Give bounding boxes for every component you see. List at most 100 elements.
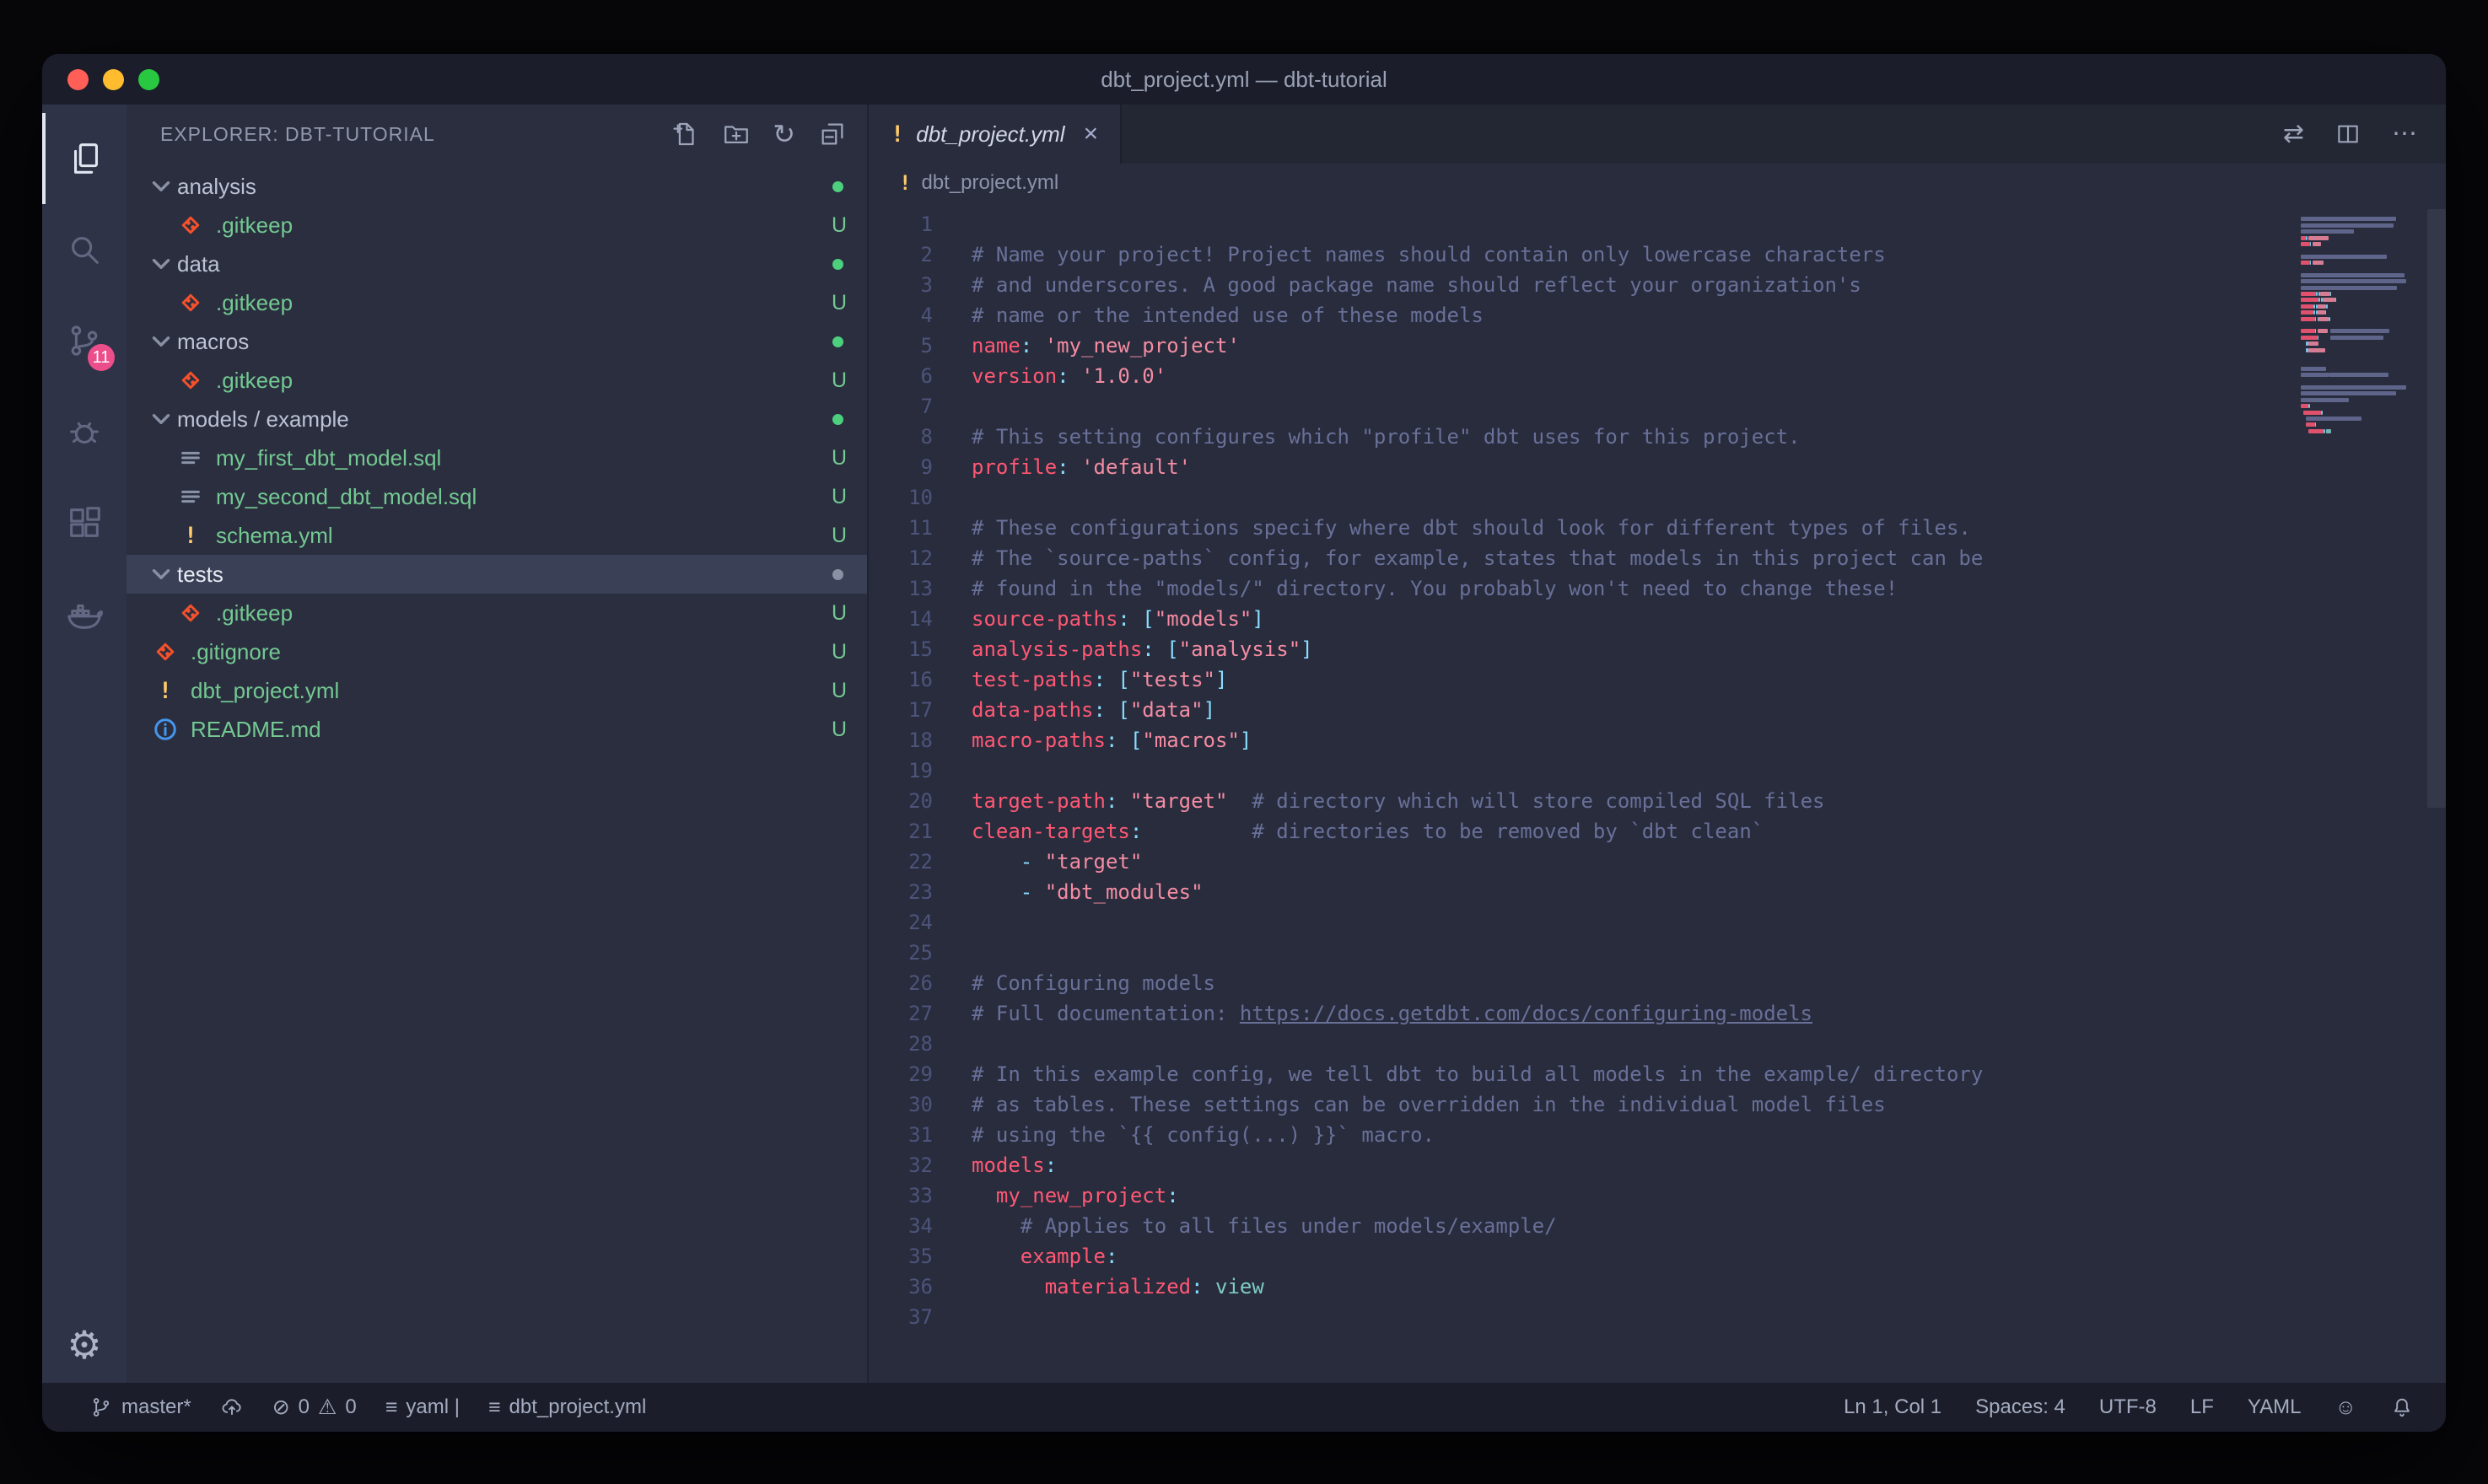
code-line: 36 materialized: view xyxy=(869,1272,2446,1302)
line-number: 16 xyxy=(869,668,940,691)
more-actions-icon[interactable]: ⋯ xyxy=(2392,121,2417,147)
error-icon: ⊘ xyxy=(272,1397,290,1418)
problems-indicator[interactable]: ⊘ 0 ⚠ 0 xyxy=(272,1395,357,1419)
encoding-setting[interactable]: UTF-8 xyxy=(2099,1395,2157,1419)
tree-folder-tests[interactable]: tests xyxy=(127,555,867,594)
code-line: 4# name or the intended use of these mod… xyxy=(869,300,2446,331)
tree-file-schema-yml[interactable]: !schema.ymlU xyxy=(127,516,867,555)
code-line: 10 xyxy=(869,482,2446,513)
chevron-down-icon xyxy=(147,405,175,433)
tree-file-readme-md[interactable]: README.mdU xyxy=(127,710,867,749)
active-file-status-item[interactable]: ≡ dbt_project.yml xyxy=(488,1395,646,1419)
new-folder-button[interactable] xyxy=(722,120,751,148)
feedback-smiley-icon[interactable]: ☺ xyxy=(2335,1397,2356,1418)
zoom-window-button[interactable] xyxy=(138,69,159,90)
line-number: 11 xyxy=(869,516,940,540)
tree-item-label: models / example xyxy=(177,406,349,433)
tree-file--gitkeep[interactable]: .gitkeepU xyxy=(127,594,867,632)
tree-file--gitignore[interactable]: .gitignoreU xyxy=(127,632,867,671)
collapse-all-button[interactable] xyxy=(818,120,847,148)
title-bar[interactable]: dbt_project.yml — dbt-tutorial xyxy=(42,54,2446,105)
warning-icon: ⚠ xyxy=(318,1397,337,1418)
tree-file-my-first-dbt-model-sql[interactable]: my_first_dbt_model.sqlU xyxy=(127,438,867,477)
files-icon xyxy=(67,139,105,178)
tree-item-label: .gitignore xyxy=(191,639,281,665)
split-editor-icon[interactable] xyxy=(2335,121,2361,148)
activity-search-button[interactable] xyxy=(42,204,127,295)
sql-file-icon xyxy=(177,444,204,471)
line-number: 30 xyxy=(869,1093,940,1116)
code-line: 37 xyxy=(869,1302,2446,1332)
cloud-upload-icon xyxy=(220,1395,244,1419)
tree-item-label: analysis xyxy=(177,174,256,200)
yml-file-icon: ! xyxy=(177,522,204,549)
tree-file--gitkeep[interactable]: .gitkeepU xyxy=(127,206,867,245)
git-status-badge: U xyxy=(832,485,847,509)
git-status-dot xyxy=(832,259,843,270)
activity-docker-button[interactable] xyxy=(42,568,127,659)
git-status-badge: U xyxy=(832,291,847,315)
settings-button[interactable]: ⚙ xyxy=(42,1307,127,1383)
git-status-badge: U xyxy=(832,213,847,238)
breadcrumb[interactable]: ! dbt_project.yml xyxy=(869,164,2446,202)
minimap[interactable] xyxy=(2301,211,2417,441)
tree-folder-analysis[interactable]: analysis xyxy=(127,167,867,206)
activity-extensions-button[interactable] xyxy=(42,477,127,568)
new-file-button[interactable] xyxy=(671,120,700,148)
bell-icon xyxy=(2390,1395,2414,1419)
language-mode[interactable]: YAML xyxy=(2248,1395,2302,1419)
indentation-setting[interactable]: Spaces: 4 xyxy=(1975,1395,2065,1419)
publish-button[interactable] xyxy=(220,1395,244,1419)
code-line: 15analysis-paths: ["analysis"] xyxy=(869,634,2446,664)
code-line: 16test-paths: ["tests"] xyxy=(869,664,2446,695)
tree-file-my-second-dbt-model-sql[interactable]: my_second_dbt_model.sqlU xyxy=(127,477,867,516)
line-number: 5 xyxy=(869,334,940,358)
explorer-title: EXPLORER: DBT-TUTORIAL xyxy=(160,123,435,146)
git-file-icon xyxy=(177,367,204,394)
git-status-dot xyxy=(832,336,843,347)
search-icon xyxy=(65,230,104,269)
chevron-down-icon xyxy=(147,250,175,278)
tree-folder-macros[interactable]: macros xyxy=(127,322,867,361)
notifications-bell-icon[interactable] xyxy=(2390,1395,2414,1419)
minimize-window-button[interactable] xyxy=(103,69,124,90)
code-line: 31# using the `{{ config(...) }}` macro. xyxy=(869,1120,2446,1150)
language-status-item[interactable]: ≡ yaml | xyxy=(385,1395,460,1419)
debug-icon xyxy=(65,412,104,451)
activity-debug-button[interactable] xyxy=(42,386,127,477)
code-editor[interactable]: 12# Name your project! Project names sho… xyxy=(869,202,2446,1383)
code-line: 1 xyxy=(869,209,2446,239)
activity-source-control-button[interactable]: 11 xyxy=(42,295,127,386)
activity-explorer-button[interactable] xyxy=(42,113,127,204)
close-window-button[interactable] xyxy=(67,69,89,90)
code-line: 21clean-targets: # directories to be rem… xyxy=(869,816,2446,847)
close-tab-icon[interactable]: × xyxy=(1084,120,1099,148)
open-changes-icon[interactable]: ⇄ xyxy=(2283,121,2304,147)
cursor-position[interactable]: Ln 1, Col 1 xyxy=(1844,1395,1941,1419)
git-branch-indicator[interactable]: master* xyxy=(89,1395,191,1419)
refresh-button[interactable]: ↻ xyxy=(773,121,796,148)
tree-file-dbt-project-yml[interactable]: !dbt_project.ymlU xyxy=(127,671,867,710)
code-line: 18macro-paths: ["macros"] xyxy=(869,725,2446,755)
code-line: 29# In this example config, we tell dbt … xyxy=(869,1059,2446,1089)
tree-file--gitkeep[interactable]: .gitkeepU xyxy=(127,283,867,322)
tree-folder-models-example[interactable]: models / example xyxy=(127,400,867,438)
tab-dbt-project-yml[interactable]: ! dbt_project.yml × xyxy=(869,105,1122,164)
editor-scrollbar[interactable] xyxy=(2427,209,2446,808)
line-number: 15 xyxy=(869,637,940,661)
line-number: 26 xyxy=(869,971,940,995)
gear-icon: ⚙ xyxy=(67,1325,101,1364)
eol-setting[interactable]: LF xyxy=(2190,1395,2214,1419)
line-number: 37 xyxy=(869,1305,940,1329)
git-status-dot xyxy=(832,181,843,192)
tree-folder-data[interactable]: data xyxy=(127,245,867,283)
tree-file--gitkeep[interactable]: .gitkeepU xyxy=(127,361,867,400)
line-number: 10 xyxy=(869,486,940,509)
line-number: 20 xyxy=(869,789,940,813)
line-number: 3 xyxy=(869,273,940,297)
code-line: 34 # Applies to all files under models/e… xyxy=(869,1211,2446,1241)
tab-label: dbt_project.yml xyxy=(916,121,1064,148)
line-number: 24 xyxy=(869,911,940,934)
line-number: 32 xyxy=(869,1153,940,1177)
line-number: 19 xyxy=(869,759,940,782)
